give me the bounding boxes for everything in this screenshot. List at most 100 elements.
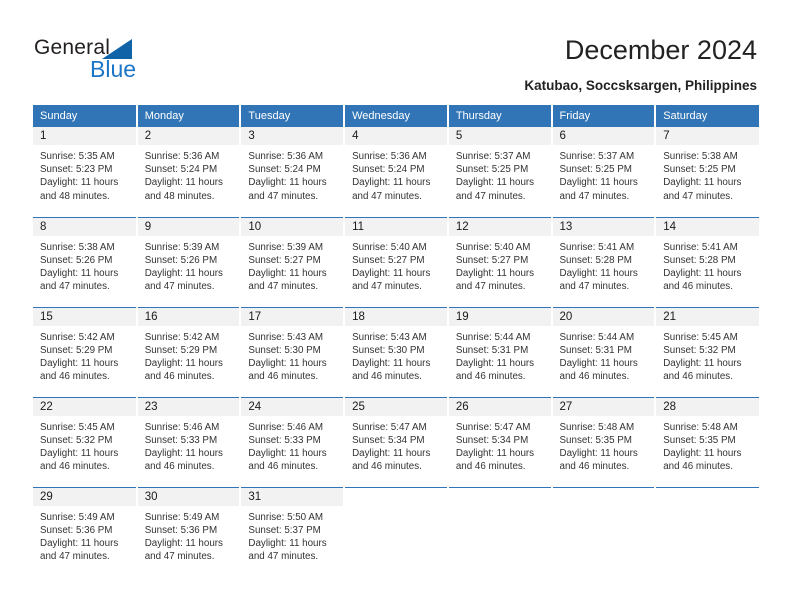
- day-sun-info: Sunrise: 5:47 AM Sunset: 5:34 PM Daylight:…: [345, 416, 447, 474]
- day-number: 20: [552, 307, 655, 326]
- daylight-duration-line2: and 46 minutes.: [248, 371, 319, 383]
- calendar-week-row: 1 Sunrise: 5:35 AM Sunset: 5:23 PM Daylight…: [33, 127, 759, 217]
- sunset-time: Sunset: 5:31 PM: [559, 344, 632, 356]
- daylight-duration-line1: Daylight: 11 hours: [144, 267, 223, 279]
- calendar-day-cell[interactable]: 21 Sunrise: 5:45 AM Sunset: 5:32 PM Dayligh…: [655, 306, 759, 397]
- sunset-time: Sunset: 5:28 PM: [663, 254, 736, 266]
- calendar-empty-cell: [551, 486, 657, 577]
- daylight-duration-line2: and 47 minutes.: [352, 190, 422, 202]
- day-number: 10: [241, 217, 344, 236]
- sunrise-time: Sunrise: 5:49 AM: [144, 511, 220, 523]
- sunrise-time: Sunrise: 5:49 AM: [40, 511, 115, 523]
- calendar-day-cell[interactable]: 27 Sunrise: 5:48 AM Sunset: 5:35 PM Dayligh…: [551, 396, 657, 487]
- calendar-day-cell[interactable]: 5 Sunrise: 5:37 AM Sunset: 5:25 PM Daylight…: [447, 127, 553, 217]
- daylight-duration-line1: Daylight: 11 hours: [559, 447, 638, 459]
- calendar-day-cell[interactable]: 19 Sunrise: 5:44 AM Sunset: 5:31 PM Dayligh…: [447, 306, 553, 397]
- sunset-time: Sunset: 5:33 PM: [144, 434, 218, 446]
- calendar-day-cell[interactable]: 3 Sunrise: 5:36 AM Sunset: 5:24 PM Daylight…: [240, 127, 346, 217]
- daylight-duration-line2: and 46 minutes.: [559, 461, 630, 473]
- calendar-day-cell[interactable]: 4 Sunrise: 5:36 AM Sunset: 5:24 PM Daylight…: [344, 127, 449, 217]
- day-number: 30: [137, 487, 240, 506]
- calendar-day-cell[interactable]: 23 Sunrise: 5:46 AM Sunset: 5:33 PM Dayligh…: [136, 396, 242, 487]
- day-sun-info: Sunrise: 5:35 AM Sunset: 5:23 PM Daylight:…: [33, 145, 136, 203]
- calendar-day-cell[interactable]: 17 Sunrise: 5:43 AM Sunset: 5:30 PM Dayligh…: [240, 306, 346, 397]
- daylight-duration-line2: and 47 minutes.: [144, 281, 215, 293]
- day-sun-info: Sunrise: 5:48 AM Sunset: 5:35 PM Daylight:…: [553, 416, 655, 474]
- day-number: 17: [241, 307, 344, 326]
- calendar-day-cell[interactable]: 15 Sunrise: 5:42 AM Sunset: 5:29 PM Dayligh…: [33, 306, 138, 397]
- day-sun-info: Sunrise: 5:49 AM Sunset: 5:36 PM Daylight:…: [138, 506, 240, 564]
- sunset-time: Sunset: 5:32 PM: [40, 434, 113, 446]
- sunrise-time: Sunrise: 5:36 AM: [352, 151, 427, 162]
- daylight-duration-line1: Daylight: 11 hours: [455, 357, 535, 369]
- day-number: 8: [33, 217, 136, 236]
- daylight-duration-line1: Daylight: 11 hours: [663, 357, 742, 369]
- day-number: 27: [552, 397, 655, 416]
- calendar-day-cell[interactable]: 30 Sunrise: 5:49 AM Sunset: 5:36 PM Dayligh…: [136, 486, 242, 577]
- calendar-day-cell[interactable]: 16 Sunrise: 5:42 AM Sunset: 5:29 PM Dayligh…: [136, 306, 242, 397]
- daylight-duration-line1: Daylight: 11 hours: [352, 357, 431, 369]
- page-header: General Blue December 2024 Katubao, Socc…: [0, 0, 792, 100]
- calendar-day-cell[interactable]: 26 Sunrise: 5:47 AM Sunset: 5:34 PM Dayligh…: [447, 396, 553, 487]
- calendar-day-cell[interactable]: 9 Sunrise: 5:39 AM Sunset: 5:26 PM Daylight…: [136, 216, 242, 307]
- day-sun-info: Sunrise: 5:41 AM Sunset: 5:28 PM Daylight:…: [553, 236, 655, 294]
- daylight-duration-line2: and 46 minutes.: [663, 281, 733, 293]
- calendar-day-cell[interactable]: 24 Sunrise: 5:46 AM Sunset: 5:33 PM Dayligh…: [240, 396, 346, 487]
- calendar-day-cell[interactable]: 20 Sunrise: 5:44 AM Sunset: 5:31 PM Dayligh…: [551, 306, 657, 397]
- calendar-day-cell[interactable]: 13 Sunrise: 5:41 AM Sunset: 5:28 PM Dayligh…: [551, 216, 657, 307]
- daylight-duration-line1: Daylight: 11 hours: [352, 177, 431, 189]
- calendar-day-cell[interactable]: 7 Sunrise: 5:38 AM Sunset: 5:25 PM Daylight…: [655, 127, 759, 217]
- calendar-day-cell[interactable]: 31 Sunrise: 5:50 AM Sunset: 5:37 PM Dayligh…: [240, 486, 346, 577]
- day-number: 23: [137, 397, 240, 416]
- day-number: 22: [33, 397, 136, 416]
- sunset-time: Sunset: 5:27 PM: [248, 254, 321, 266]
- day-sun-info: Sunrise: 5:42 AM Sunset: 5:29 PM Daylight:…: [33, 326, 136, 384]
- calendar-day-cell[interactable]: 18 Sunrise: 5:43 AM Sunset: 5:30 PM Dayligh…: [344, 306, 449, 397]
- daylight-duration-line1: Daylight: 11 hours: [559, 267, 638, 279]
- calendar-day-cell[interactable]: 1 Sunrise: 5:35 AM Sunset: 5:23 PM Daylight…: [33, 127, 138, 217]
- day-number: 1: [33, 127, 136, 145]
- sunset-time: Sunset: 5:24 PM: [352, 164, 425, 176]
- sunrise-time: Sunrise: 5:37 AM: [559, 151, 635, 162]
- daylight-duration-line2: and 46 minutes.: [352, 461, 422, 473]
- day-number: 2: [137, 127, 240, 145]
- day-sun-info: Sunrise: 5:43 AM Sunset: 5:30 PM Daylight:…: [345, 326, 447, 384]
- calendar-day-cell[interactable]: 11 Sunrise: 5:40 AM Sunset: 5:27 PM Dayligh…: [344, 216, 449, 307]
- calendar-body: 1 Sunrise: 5:35 AM Sunset: 5:23 PM Daylight…: [33, 127, 759, 577]
- logo-text-blue: Blue: [90, 56, 137, 82]
- calendar-empty-cell: [655, 486, 759, 577]
- calendar-header-row: Sunday Monday Tuesday Wednesday Thursday…: [33, 105, 759, 127]
- day-number: 4: [345, 127, 447, 145]
- daylight-duration-line1: Daylight: 11 hours: [40, 537, 119, 549]
- calendar-day-cell[interactable]: 8 Sunrise: 5:38 AM Sunset: 5:26 PM Daylight…: [33, 216, 138, 307]
- daylight-duration-line1: Daylight: 11 hours: [40, 357, 119, 369]
- sunrise-time: Sunrise: 5:46 AM: [248, 421, 324, 433]
- calendar-day-cell[interactable]: 10 Sunrise: 5:39 AM Sunset: 5:27 PM Dayligh…: [240, 216, 346, 307]
- daylight-duration-line1: Daylight: 11 hours: [144, 177, 223, 189]
- daylight-duration-line2: and 47 minutes.: [248, 551, 319, 563]
- day-number: 24: [241, 397, 344, 416]
- calendar-day-cell[interactable]: 2 Sunrise: 5:36 AM Sunset: 5:24 PM Daylight…: [136, 127, 242, 217]
- daylight-duration-line2: and 46 minutes.: [455, 461, 526, 473]
- daylight-duration-line2: and 46 minutes.: [352, 371, 422, 383]
- calendar-day-cell[interactable]: 14 Sunrise: 5:41 AM Sunset: 5:28 PM Dayligh…: [655, 216, 759, 307]
- calendar-day-cell[interactable]: 22 Sunrise: 5:45 AM Sunset: 5:32 PM Dayligh…: [33, 396, 138, 487]
- daylight-duration-line1: Daylight: 11 hours: [455, 447, 535, 459]
- calendar-week-row: 22 Sunrise: 5:45 AM Sunset: 5:32 PM Dayligh…: [33, 396, 759, 487]
- sunset-time: Sunset: 5:28 PM: [559, 254, 632, 266]
- day-sun-info: Sunrise: 5:36 AM Sunset: 5:24 PM Daylight:…: [138, 145, 240, 203]
- sunset-time: Sunset: 5:25 PM: [663, 164, 736, 176]
- day-number: 9: [137, 217, 240, 236]
- calendar-day-cell[interactable]: 25 Sunrise: 5:47 AM Sunset: 5:34 PM Dayligh…: [344, 396, 449, 487]
- page-title: December 2024: [564, 35, 757, 65]
- day-number: 31: [241, 487, 344, 506]
- calendar-day-cell[interactable]: 6 Sunrise: 5:37 AM Sunset: 5:25 PM Daylight…: [551, 127, 657, 217]
- sunrise-time: Sunrise: 5:38 AM: [663, 151, 738, 162]
- daylight-duration-line1: Daylight: 11 hours: [248, 447, 327, 459]
- daylight-duration-line1: Daylight: 11 hours: [144, 357, 223, 369]
- calendar-day-cell[interactable]: 12 Sunrise: 5:40 AM Sunset: 5:27 PM Dayligh…: [447, 216, 553, 307]
- calendar-day-cell[interactable]: 29 Sunrise: 5:49 AM Sunset: 5:36 PM Dayligh…: [33, 486, 138, 577]
- daylight-duration-line1: Daylight: 11 hours: [663, 177, 742, 189]
- daylight-duration-line1: Daylight: 11 hours: [248, 537, 327, 549]
- calendar-day-cell[interactable]: 28 Sunrise: 5:48 AM Sunset: 5:35 PM Dayligh…: [655, 396, 759, 487]
